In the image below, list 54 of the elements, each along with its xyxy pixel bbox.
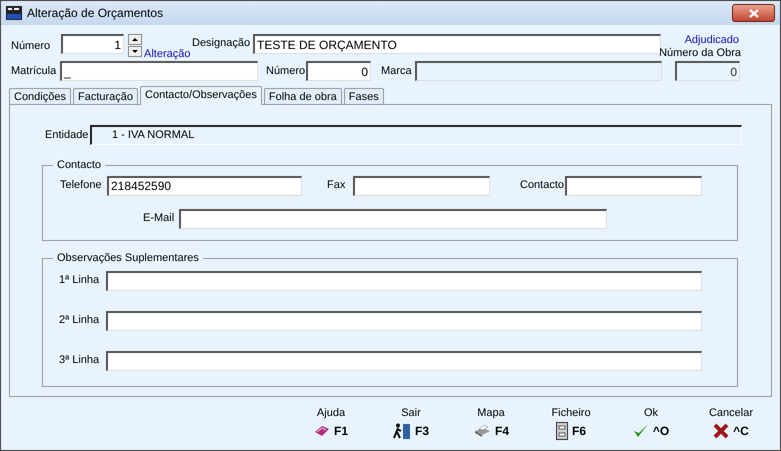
field-label: Fax <box>327 178 346 194</box>
book-icon <box>314 424 330 438</box>
window-title: Alteração de Orçamentos <box>27 5 164 22</box>
spin-up-button[interactable] <box>128 34 142 45</box>
input-field[interactable] <box>106 310 702 330</box>
cabinet-icon <box>556 422 568 440</box>
up-arrow-icon <box>132 38 138 41</box>
down-arrow-icon <box>132 50 138 53</box>
field-label: Número da Obra <box>659 47 741 60</box>
input-field[interactable]: _ <box>60 61 258 81</box>
field-label: E-Mail <box>143 211 176 226</box>
printer-icon <box>472 424 491 438</box>
alteracao-link[interactable]: Alteração <box>144 46 192 62</box>
tab[interactable]: Condições <box>9 88 71 104</box>
field-label: Contacto <box>520 178 565 194</box>
field-label: 1ª Linha <box>59 273 100 288</box>
field-label: 3ª Linha <box>59 353 100 368</box>
status-label: Adjudicado <box>684 34 739 47</box>
input-field[interactable] <box>353 176 490 196</box>
field-label: Número <box>266 64 306 79</box>
field-label: Designação <box>192 36 252 51</box>
input-field[interactable]: 218452590 <box>107 176 302 196</box>
toolbar-button[interactable]: Cancelar ^C <box>691 405 771 440</box>
close-button[interactable] <box>732 4 775 22</box>
toolbar-button[interactable]: Ok ^O <box>611 405 691 440</box>
toolbar-button[interactable]: Sair F3 <box>371 405 451 440</box>
close-icon <box>748 8 758 18</box>
checkmark-icon <box>632 423 649 438</box>
input-field[interactable]: 1 <box>61 34 124 54</box>
input-field[interactable]: TESTE DE ORÇAMENTO <box>253 34 661 54</box>
door-walk-icon <box>392 422 411 438</box>
field-label: Telefone <box>60 178 103 194</box>
group-title: Contacto <box>56 158 102 173</box>
toolbar-button[interactable]: Mapa F4 <box>451 405 531 440</box>
toolbar-button[interactable]: Ficheiro F6 <box>531 405 611 440</box>
toolbar-button[interactable]: Ajuda F1 <box>291 405 371 440</box>
group-title: Observações Suplementares <box>56 251 200 266</box>
tab[interactable]: Fases <box>344 88 384 104</box>
tab[interactable]: Folha de obra <box>264 88 342 104</box>
input-field[interactable] <box>179 208 607 228</box>
field-label: 2ª Linha <box>59 313 100 328</box>
input-field[interactable] <box>106 270 702 290</box>
tab[interactable]: Facturação <box>72 88 138 104</box>
field-label: Marca <box>381 64 413 79</box>
tab[interactable]: Contacto/Observações <box>140 86 262 105</box>
app-icon <box>6 6 22 20</box>
input-field[interactable] <box>565 176 702 196</box>
field-label: Entidade <box>45 128 90 143</box>
input-field[interactable]: 0 <box>306 61 371 81</box>
field-label: Número <box>11 39 52 54</box>
close-icon <box>713 422 730 438</box>
field-label: Matrícula <box>11 64 58 79</box>
input-field[interactable] <box>106 350 702 370</box>
spin-down-button[interactable] <box>128 46 142 57</box>
